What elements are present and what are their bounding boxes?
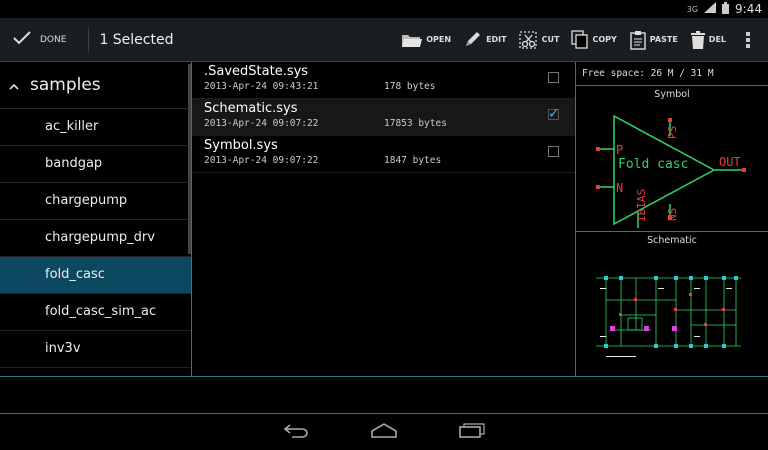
signal-icon — [704, 2, 717, 16]
open-label: OPEN — [426, 35, 452, 44]
copy-label: COPY — [592, 35, 617, 44]
trash-icon — [690, 30, 706, 50]
battery-icon — [722, 1, 730, 17]
file-size: 1847 bytes — [384, 155, 442, 166]
action-buttons: OPEN EDIT CUT COPY PASTE DEL — [395, 18, 768, 61]
recents-button[interactable] — [458, 422, 486, 442]
library-item[interactable]: chargepump_drv — [0, 220, 191, 257]
pin-label-p: P — [616, 143, 623, 157]
library-header[interactable]: samples — [0, 62, 191, 109]
delete-button[interactable]: DEL — [684, 18, 732, 61]
file-row[interactable]: .SavedState.sys 2013-Apr-24 09:43:21 178 … — [192, 62, 575, 99]
chevron-up-icon — [8, 75, 20, 95]
back-icon — [282, 423, 310, 442]
folder-open-icon — [401, 32, 423, 48]
home-button[interactable] — [370, 422, 398, 442]
recents-icon — [458, 423, 486, 442]
library-item-selected[interactable]: fold_casc — [0, 257, 191, 294]
paste-button[interactable]: PASTE — [623, 18, 684, 61]
file-size: 178 bytes — [384, 81, 436, 92]
done-label: DONE — [40, 34, 67, 45]
clipboard-icon — [629, 30, 647, 50]
back-button[interactable] — [282, 422, 310, 442]
symbol-name: Fold casc — [618, 157, 688, 172]
open-button[interactable]: OPEN — [395, 18, 457, 61]
schematic-preview[interactable]: Schematic — [576, 232, 768, 376]
network-indicator: 3G — [686, 4, 699, 14]
file-size: 17853 bytes — [384, 118, 447, 129]
file-date: 2013-Apr-24 09:07:22 — [204, 118, 319, 129]
scissors-icon — [518, 30, 539, 49]
selected-count: 1 Selected — [99, 31, 174, 48]
checkmark-icon — [12, 30, 32, 50]
action-bar: DONE 1 Selected OPEN EDIT CUT COPY PASTE… — [0, 18, 768, 62]
copy-button[interactable]: COPY — [565, 18, 622, 61]
library-item[interactable]: ac_killer — [0, 109, 191, 146]
check-icon: ✓ — [548, 106, 560, 122]
pin-label-ibias: IBIAS — [635, 189, 648, 222]
file-row[interactable]: Symbol.sys 2013-Apr-24 09:07:22 1847 byte… — [192, 136, 575, 173]
schematic-drawing — [596, 276, 741, 357]
pencil-icon — [463, 31, 483, 49]
file-checkbox-checked[interactable]: ✓ — [548, 106, 560, 122]
file-name: Schematic.sys — [204, 101, 298, 116]
symbol-preview[interactable]: Symbol P N OUT Fold casc PS NS IBIAS — [576, 86, 768, 232]
file-date: 2013-Apr-24 09:43:21 — [204, 81, 319, 92]
edit-label: EDIT — [486, 35, 507, 44]
copy-icon — [571, 29, 589, 50]
free-space: Free space: 26 M / 31 M — [576, 62, 768, 86]
pin-label-out: OUT — [719, 155, 741, 169]
file-checkbox[interactable] — [548, 72, 559, 83]
clock: 9:44 — [735, 2, 762, 16]
file-row[interactable]: Schematic.sys 2013-Apr-24 09:07:22 17853 … — [192, 99, 575, 136]
home-icon — [370, 423, 398, 442]
cut-button[interactable]: CUT — [513, 18, 566, 61]
paste-label: PASTE — [649, 35, 678, 44]
pin-label-ns: NS — [666, 208, 679, 221]
cut-label: CUT — [541, 35, 560, 44]
file-name: .SavedState.sys — [204, 64, 309, 79]
library-item[interactable]: inv3v — [0, 331, 191, 368]
bottom-bar — [0, 376, 768, 414]
library-item[interactable]: fold_casc_sim_ac — [0, 294, 191, 331]
library-name: samples — [30, 75, 101, 95]
symbol-title: Symbol — [654, 89, 690, 100]
file-name: Symbol.sys — [204, 138, 278, 153]
pin-label-ps: PS — [666, 126, 679, 139]
library-item[interactable]: bandgap — [0, 146, 191, 183]
overflow-menu-button[interactable] — [732, 18, 768, 61]
schematic-title: Schematic — [647, 235, 697, 246]
delete-label: DEL — [708, 35, 726, 44]
status-bar: 3G 9:44 — [0, 0, 768, 18]
library-item[interactable]: chargepump — [0, 183, 191, 220]
library-list: samples ac_killer bandgap chargepump cha… — [0, 62, 191, 376]
file-list: .SavedState.sys 2013-Apr-24 09:43:21 178 … — [192, 62, 575, 376]
symbol-drawing: P N OUT Fold casc PS NS IBIAS — [596, 114, 746, 228]
navigation-bar — [0, 414, 768, 450]
file-date: 2013-Apr-24 09:07:22 — [204, 155, 319, 166]
done-button[interactable]: DONE — [0, 18, 78, 61]
divider — [88, 27, 90, 52]
edit-button[interactable]: EDIT — [457, 18, 513, 61]
overflow-icon — [746, 31, 750, 49]
preview-panel: Free space: 26 M / 31 M Symbol P N OUT F… — [576, 62, 768, 376]
pin-label-n: N — [616, 181, 623, 195]
file-checkbox[interactable] — [548, 146, 559, 157]
